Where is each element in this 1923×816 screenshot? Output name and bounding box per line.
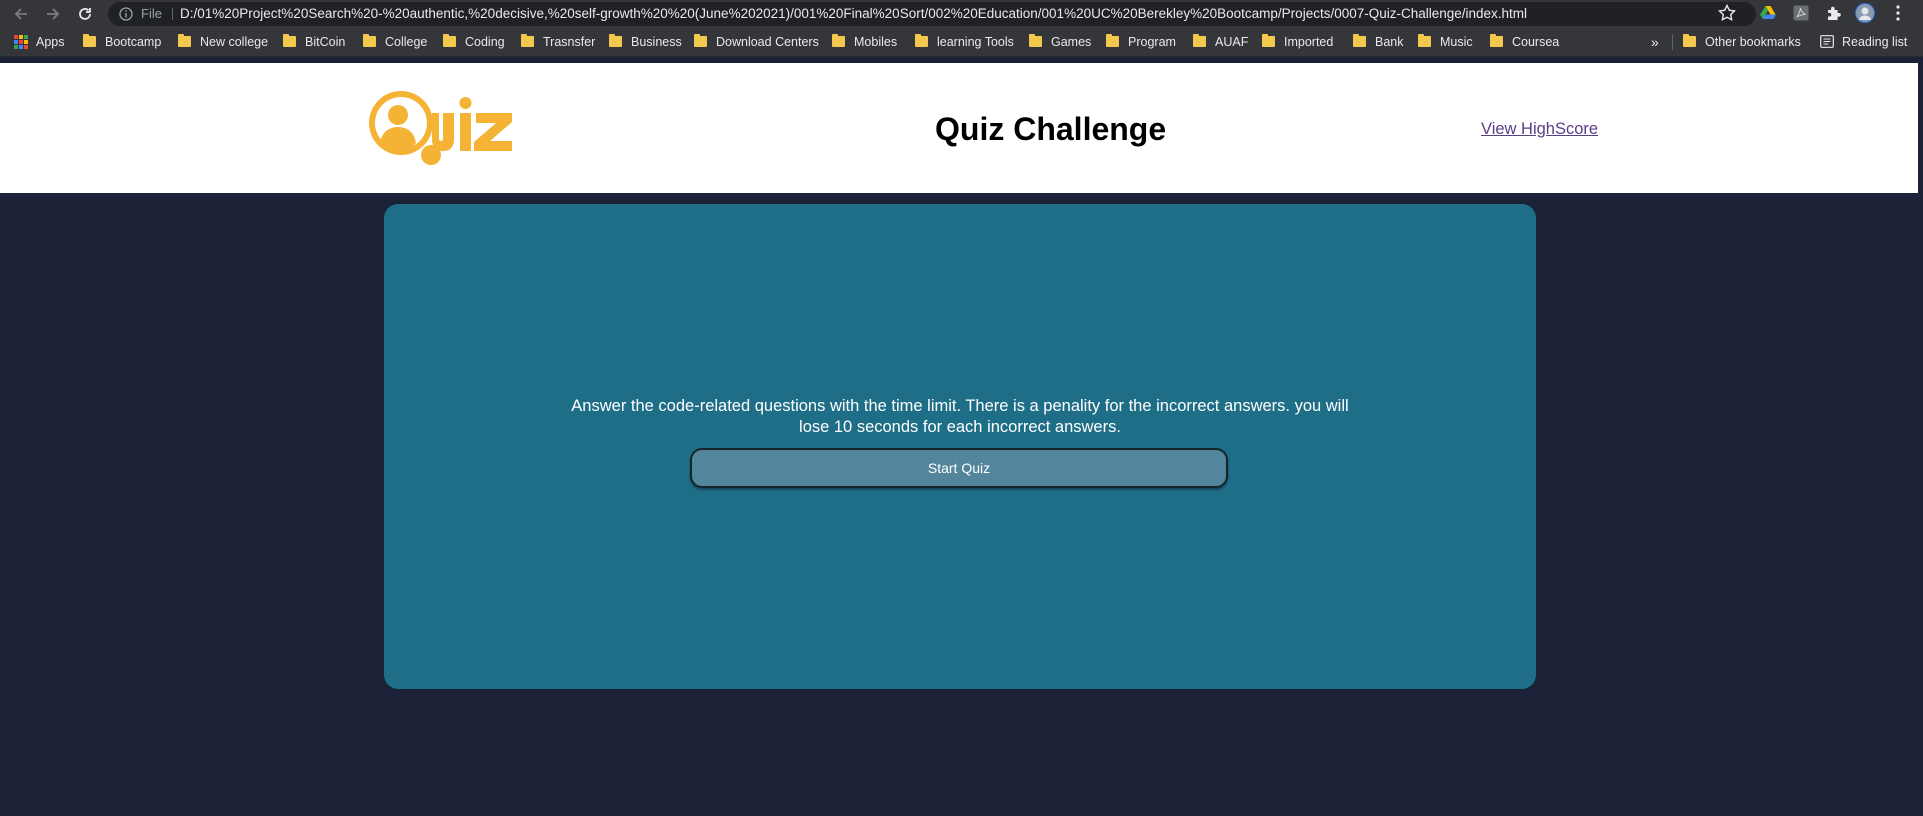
bookmark-label: College xyxy=(385,34,428,49)
quiz-intro-card: Answer the code-related questions with t… xyxy=(384,204,1536,689)
bookmark-label: Trasnsfer xyxy=(543,34,596,49)
bookmark-label: Bootcamp xyxy=(105,34,162,49)
bookmarks-overflow-button[interactable]: » xyxy=(1651,27,1659,56)
address-bar[interactable]: File D:/01%20Project%20Search%20-%20auth… xyxy=(108,2,1756,26)
bookmark-bootcamp[interactable]: Bootcamp xyxy=(83,27,161,56)
bookmark-label: Mobiles xyxy=(854,34,898,49)
folder-icon xyxy=(1106,34,1119,47)
bookmark-label: AUAF xyxy=(1215,34,1249,49)
page-title: Quiz Challenge xyxy=(935,111,1167,147)
folder-icon xyxy=(1353,34,1366,47)
bookmark-label: Apps xyxy=(36,34,65,49)
pdf-extension-icon[interactable] xyxy=(1791,3,1811,23)
bookmark-bitcoin[interactable]: BitCoin xyxy=(283,27,345,56)
bookmark-bank[interactable]: Bank xyxy=(1353,27,1404,56)
folder-icon xyxy=(1683,34,1696,47)
bookmark-label: Music xyxy=(1440,34,1473,49)
reading-list-icon xyxy=(1820,35,1834,48)
folder-icon xyxy=(1490,34,1503,47)
folder-icon xyxy=(363,34,376,47)
folder-icon xyxy=(283,34,296,47)
bookmark-imported[interactable]: Imported xyxy=(1262,27,1333,56)
folder-icon xyxy=(521,34,534,47)
forward-arrow-icon[interactable] xyxy=(42,3,64,25)
folder-icon xyxy=(609,34,622,47)
bookmark-coding[interactable]: Coding xyxy=(443,27,505,56)
quiz-instructions: Answer the code-related questions with t… xyxy=(571,397,1349,436)
bookmark-music[interactable]: Music xyxy=(1418,27,1473,56)
folder-icon xyxy=(1262,34,1275,47)
bookmark-label: Bank xyxy=(1375,34,1404,49)
bookmark-mobiles[interactable]: Mobiles xyxy=(832,27,897,56)
start-quiz-button[interactable]: Start Quiz xyxy=(690,448,1228,488)
extensions-puzzle-icon[interactable] xyxy=(1824,3,1844,23)
bookmark-label: learning Tools xyxy=(937,34,1014,49)
google-drive-icon[interactable] xyxy=(1758,3,1778,23)
folder-icon xyxy=(83,34,96,47)
view-highscore-link[interactable]: View HighScore xyxy=(1481,120,1598,139)
bookmark-label: New college xyxy=(200,34,269,49)
page-scrollbar[interactable] xyxy=(1918,63,1923,816)
quiz-logo xyxy=(369,91,512,165)
folder-icon xyxy=(1418,34,1431,47)
folder-icon xyxy=(178,34,191,47)
menu-kebab-icon[interactable] xyxy=(1888,3,1908,23)
reload-icon[interactable] xyxy=(74,3,96,25)
bookmarks-bar: Apps Bootcamp New college BitCoin Colleg… xyxy=(0,27,1923,57)
bookmark-label: Other bookmarks xyxy=(1705,34,1801,49)
bookmark-label: Coding xyxy=(465,34,505,49)
bookmark-trasnsfer[interactable]: Trasnsfer xyxy=(521,27,595,56)
folder-icon xyxy=(832,34,845,47)
bookmark-apps[interactable]: Apps xyxy=(14,27,65,56)
folder-icon xyxy=(443,34,456,47)
bookmark-label: Imported xyxy=(1284,34,1334,49)
reading-list-label: Reading list xyxy=(1842,34,1908,49)
bookmark-label: Games xyxy=(1051,34,1092,49)
bookmark-label: Coursea xyxy=(1512,34,1560,49)
bookmark-college[interactable]: College xyxy=(363,27,427,56)
bookmark-label: BitCoin xyxy=(305,34,346,49)
back-arrow-icon[interactable] xyxy=(10,3,32,25)
bookmarks-divider xyxy=(1672,34,1673,50)
bookmark-games[interactable]: Games xyxy=(1029,27,1091,56)
bookmark-auaf[interactable]: AUAF xyxy=(1193,27,1248,56)
bookmark-new-college[interactable]: New college xyxy=(178,27,268,56)
profile-avatar-icon[interactable] xyxy=(1855,3,1875,23)
bookmark-download-centers[interactable]: Download Centers xyxy=(694,27,819,56)
reading-list-button[interactable]: Reading list xyxy=(1820,27,1907,56)
browser-toolbar: File D:/01%20Project%20Search%20-%20auth… xyxy=(0,0,1923,27)
folder-icon xyxy=(1029,34,1042,47)
folder-icon xyxy=(1193,34,1206,47)
star-icon[interactable] xyxy=(1717,3,1737,23)
bookmark-label: Business xyxy=(631,34,682,49)
omnibox-divider xyxy=(172,8,173,20)
bookmark-business[interactable]: Business xyxy=(609,27,682,56)
info-icon[interactable] xyxy=(119,7,133,21)
scheme-label: File xyxy=(141,6,162,21)
folder-icon xyxy=(694,34,707,47)
bookmark-coursea[interactable]: Coursea xyxy=(1490,27,1559,56)
folder-icon xyxy=(915,34,928,47)
url-text[interactable]: D:/01%20Project%20Search%20-%20authentic… xyxy=(180,2,1527,26)
apps-grid-icon xyxy=(14,34,28,49)
bookmark-learning-tools[interactable]: learning Tools xyxy=(915,27,1014,56)
bookmark-program[interactable]: Program xyxy=(1106,27,1176,56)
bookmark-label: Download Centers xyxy=(716,34,819,49)
bookmark-label: Program xyxy=(1128,34,1176,49)
bookmark-other-bookmarks[interactable]: Other bookmarks xyxy=(1683,27,1801,56)
site-header: Quiz Challenge View HighScore xyxy=(0,63,1918,193)
